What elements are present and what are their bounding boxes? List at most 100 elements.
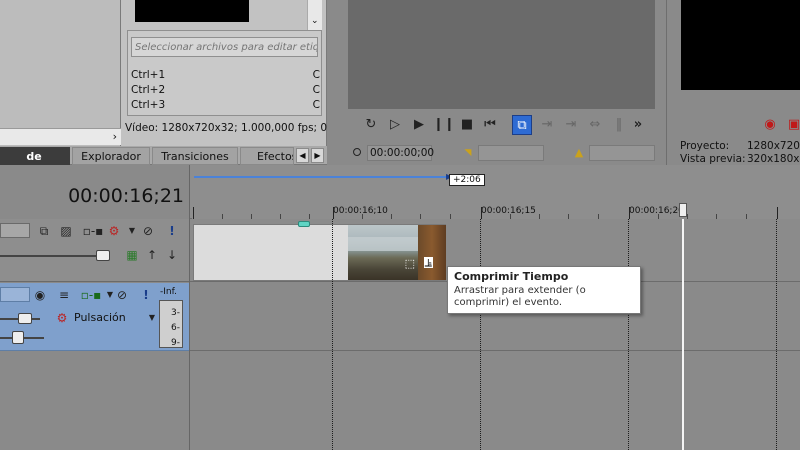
track-fx-icon[interactable]: ⚙ xyxy=(106,223,122,239)
video-event[interactable]: ⬚ ⫡ xyxy=(193,221,446,281)
current-time-display[interactable]: 00:00:16;21 xyxy=(68,185,184,207)
ruler-tick xyxy=(777,207,778,219)
compositing-mode-label[interactable]: Pulsación xyxy=(74,311,126,324)
fit-to-fill-icon[interactable]: ⇔ xyxy=(585,115,605,135)
mark-out-icon[interactable]: ▲ xyxy=(569,143,589,163)
track-fx-chain-icon[interactable]: ▫‐▪ xyxy=(80,287,102,303)
play-icon[interactable]: ▶ xyxy=(409,115,429,135)
fade-handle-icon[interactable] xyxy=(298,221,310,227)
video-preview-panel: ◉ ▣ Proyecto: 1280x720x Vista previa:320x… xyxy=(667,0,800,165)
trimmer-timecode: 00:00:00;00 xyxy=(367,145,434,161)
ruler-tick-label: 00:00:16;20 xyxy=(629,206,684,216)
vertical-scrollbar[interactable]: ⌄ xyxy=(307,0,322,30)
preview-value: 320x180x3 xyxy=(747,153,800,165)
selected-track-header[interactable]: ◉ ≡ ▫‐▪ ▼ ⊘ ! -Inf. 3- 6- 9- ⚙ Pulsación… xyxy=(0,283,190,351)
thumbnail-detail xyxy=(348,237,418,251)
tab-transitions[interactable]: Transiciones xyxy=(152,147,238,165)
media-panel xyxy=(0,0,121,146)
track-envelope-icon[interactable]: ≡ xyxy=(56,287,72,303)
record-icon[interactable]: ◉ xyxy=(760,115,780,135)
mute-icon[interactable]: ⊘ xyxy=(114,287,130,303)
expand-track-up-icon[interactable]: ↑ xyxy=(144,247,160,263)
expand-track-down-icon[interactable]: ↓ xyxy=(164,247,180,263)
mark-in-icon[interactable]: ◥ xyxy=(458,143,478,163)
compositing-icon[interactable]: ▨ xyxy=(58,223,74,239)
ruler-tick-label: 00:00:16;10 xyxy=(333,206,388,216)
tab-scroll-right-icon[interactable]: ▶ xyxy=(311,148,324,163)
overwrite-mode-icon[interactable]: ⧉ xyxy=(512,115,532,135)
tab-explorer[interactable]: Explorador xyxy=(72,147,150,165)
project-value: 1280x720x xyxy=(747,140,800,152)
timeline-tracks[interactable]: ⬚ ⫡ xyxy=(190,219,800,450)
shortcut-key: Ctrl+3 xyxy=(131,99,166,111)
event-fx-icon[interactable]: ⫡ xyxy=(423,257,433,268)
ruler-tick xyxy=(193,207,194,219)
meter-tick: 6- xyxy=(171,323,180,333)
bypass-icon[interactable]: ◉ xyxy=(32,287,48,303)
event-pan-crop-icon[interactable]: ⬚ xyxy=(405,257,415,270)
timeline-ruler[interactable]: ▶ +2:06 00:00:16;10 00:00:16;15 00:00:16… xyxy=(190,165,800,219)
stop-icon[interactable]: ■ xyxy=(457,115,477,135)
meter-tick: 9- xyxy=(171,338,180,348)
marker-icon[interactable]: ‖ xyxy=(609,115,629,135)
track-name-field[interactable] xyxy=(0,287,30,302)
window-tabs: de proyecto Explorador Transiciones Efec… xyxy=(0,146,327,181)
shortcut-row[interactable]: Ctrl+1 C xyxy=(131,69,320,83)
track-motion-icon[interactable]: ⧉ xyxy=(36,223,52,239)
ruler-tick-label: 00:00:16;15 xyxy=(481,206,536,216)
video-track-header[interactable]: ⧉ ▨ ▫‐▪ ⚙ ▼ ⊘ ! ▦ ↑ ↓ xyxy=(0,219,190,282)
tag-search-input[interactable] xyxy=(131,37,318,57)
preview-properties-row: Vista previa:320x180x3 xyxy=(680,153,800,165)
ruler-tick xyxy=(629,207,630,219)
solo-icon[interactable]: ! xyxy=(138,287,154,303)
loop-region-bar[interactable] xyxy=(194,176,448,178)
out-point-field[interactable] xyxy=(589,145,655,161)
fx-dropdown-icon[interactable]: ▼ xyxy=(124,223,140,239)
horizontal-scrollbar[interactable]: › xyxy=(0,128,121,145)
more-icon[interactable]: » xyxy=(628,115,648,135)
scroll-right-icon[interactable]: › xyxy=(113,130,117,143)
track-name-field[interactable] xyxy=(0,223,30,238)
track-fx-chain-icon[interactable]: ▫‐▪ xyxy=(82,223,104,239)
file-info-panel: ⌄ Ctrl+1 C Ctrl+2 C Ctrl+3 C Vídeo: 1280… xyxy=(121,0,337,146)
microphone-icon[interactable]: ⭘ xyxy=(347,143,367,163)
tab-project-media[interactable]: de proyecto xyxy=(0,147,70,181)
tooltip: Comprimir Tiempo Arrastrar para extender… xyxy=(447,266,641,314)
tab-scroll-left-icon[interactable]: ◀ xyxy=(296,148,309,163)
event-thumbnail xyxy=(348,225,446,280)
grid-line xyxy=(332,219,333,450)
level-slider-knob[interactable] xyxy=(96,250,110,261)
tab-effects[interactable]: Efectos xyxy=(240,147,294,165)
meter-tick: 3- xyxy=(171,308,180,318)
play-from-start-icon[interactable]: ▷ xyxy=(385,115,405,135)
meter-peak-label: -Inf. xyxy=(160,287,177,297)
add-after-cursor-icon[interactable]: ⇥ xyxy=(561,115,581,135)
solo-icon[interactable]: ! xyxy=(164,223,180,239)
chevron-down-icon[interactable]: ⌄ xyxy=(311,16,319,26)
compositing-dropdown-icon[interactable]: ▼ xyxy=(144,310,160,326)
go-to-start-icon[interactable]: ⏮ xyxy=(480,115,500,135)
preview-label: Vista previa: xyxy=(680,153,746,165)
playhead-handle-icon[interactable] xyxy=(679,203,687,217)
video-preview-screen xyxy=(681,0,800,90)
level-slider-knob[interactable] xyxy=(18,313,32,324)
tooltip-body: Arrastrar para extender (o comprimir) el… xyxy=(454,285,586,308)
shortcut-key: Ctrl+2 xyxy=(131,84,166,96)
pan-slider-knob[interactable] xyxy=(12,331,24,344)
add-to-timeline-icon[interactable]: ⇥ xyxy=(537,115,557,135)
level-slider-track[interactable] xyxy=(0,255,110,257)
automation-icon[interactable]: ▦ xyxy=(124,247,140,263)
pause-icon[interactable]: ❙❙ xyxy=(433,115,455,135)
ruler-tick xyxy=(481,207,482,219)
in-point-field[interactable] xyxy=(478,145,544,161)
shortcut-row[interactable]: Ctrl+3 C xyxy=(131,99,320,113)
loop-icon[interactable]: ↻ xyxy=(361,115,381,135)
shortcut-key: Ctrl+1 xyxy=(131,69,166,81)
audio-meter: 3- 6- 9- xyxy=(159,300,183,348)
snapshot-icon[interactable]: ▣ xyxy=(784,115,800,135)
playhead-line[interactable] xyxy=(682,219,684,450)
mute-icon[interactable]: ⊘ xyxy=(140,223,156,239)
composite-mode-icon[interactable]: ⚙ xyxy=(54,310,70,326)
tooltip-title: Comprimir Tiempo xyxy=(454,270,569,283)
shortcut-row[interactable]: Ctrl+2 C xyxy=(131,84,320,98)
